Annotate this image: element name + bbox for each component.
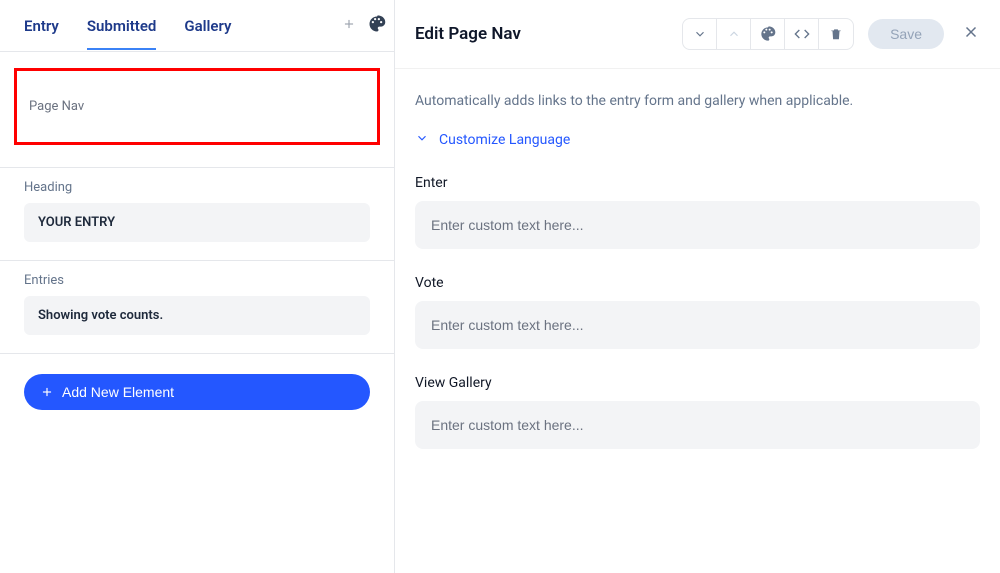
- close-icon[interactable]: [962, 23, 980, 45]
- add-new-element-button[interactable]: Add New Element: [24, 374, 370, 410]
- enter-input[interactable]: [415, 201, 980, 249]
- save-button[interactable]: Save: [868, 19, 944, 49]
- palette-icon[interactable]: [751, 19, 785, 49]
- chevron-down-icon[interactable]: [683, 19, 717, 49]
- toolbar-icon-group: [682, 18, 854, 50]
- tabs-bar: Entry Submitted Gallery: [0, 0, 394, 52]
- page-title: Edit Page Nav: [415, 24, 521, 44]
- tab-gallery[interactable]: Gallery: [184, 3, 243, 49]
- right-header: Edit Page Nav Save: [395, 0, 1000, 69]
- right-body: Automatically adds links to the entry fo…: [395, 69, 1000, 499]
- plus-icon[interactable]: [342, 17, 356, 35]
- code-icon[interactable]: [785, 19, 819, 49]
- description-text: Automatically adds links to the entry fo…: [415, 93, 980, 109]
- right-panel: Edit Page Nav Save Automatically adds: [395, 0, 1000, 573]
- vote-field-group: Vote: [415, 275, 980, 349]
- view-gallery-label: View Gallery: [415, 375, 980, 391]
- heading-block[interactable]: Heading YOUR ENTRY: [0, 168, 394, 261]
- tab-entry[interactable]: Entry: [24, 3, 71, 49]
- add-new-element-label: Add New Element: [62, 384, 174, 400]
- tab-submitted[interactable]: Submitted: [87, 3, 169, 49]
- customize-language-toggle[interactable]: Customize Language: [415, 131, 980, 149]
- entries-label: Entries: [24, 273, 370, 288]
- heading-label: Heading: [24, 180, 370, 195]
- vote-input[interactable]: [415, 301, 980, 349]
- customize-language-label: Customize Language: [439, 132, 570, 148]
- vote-label: Vote: [415, 275, 980, 291]
- plus-icon: [40, 385, 54, 399]
- page-nav-block[interactable]: Page Nav: [0, 52, 394, 168]
- left-panel: Entry Submitted Gallery Page Nav Heading…: [0, 0, 395, 573]
- entries-block[interactable]: Entries Showing vote counts.: [0, 261, 394, 354]
- heading-value: YOUR ENTRY: [24, 203, 370, 242]
- entries-value: Showing vote counts.: [24, 296, 370, 335]
- trash-icon[interactable]: [819, 19, 853, 49]
- enter-field-group: Enter: [415, 175, 980, 249]
- page-nav-label: Page Nav: [29, 99, 365, 114]
- palette-icon[interactable]: [368, 15, 386, 37]
- chevron-down-icon: [415, 131, 429, 149]
- chevron-up-icon[interactable]: [717, 19, 751, 49]
- enter-label: Enter: [415, 175, 980, 191]
- view-gallery-input[interactable]: [415, 401, 980, 449]
- view-gallery-field-group: View Gallery: [415, 375, 980, 449]
